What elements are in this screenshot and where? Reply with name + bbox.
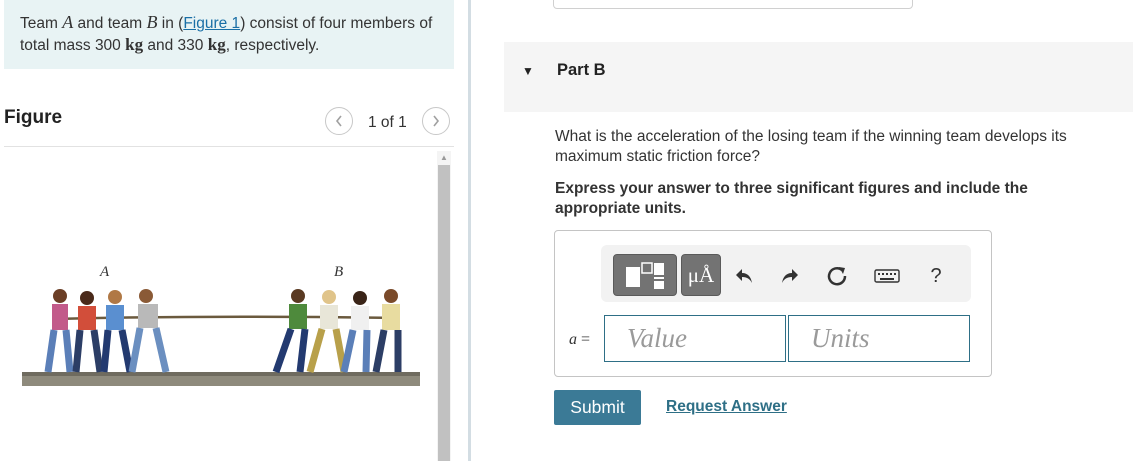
team-a-people	[44, 289, 170, 373]
team-b-label: B	[334, 264, 343, 280]
chevron-right-icon	[433, 115, 440, 127]
scroll-thumb[interactable]	[438, 165, 450, 461]
figure-scrollbar[interactable]: ▲	[437, 151, 451, 461]
next-figure-button[interactable]	[422, 107, 450, 135]
request-answer-link[interactable]: Request Answer	[666, 398, 787, 416]
intro-text: , respectively.	[225, 37, 320, 54]
submit-button[interactable]: Submit	[554, 390, 641, 425]
equation-variable: a	[569, 331, 577, 348]
caret-down-icon[interactable]: ▼	[522, 64, 534, 78]
team-a-var: A	[62, 12, 74, 32]
equation-label: a =	[569, 331, 590, 349]
part-b-header[interactable]: ▼ Part B	[504, 42, 1133, 112]
reset-icon[interactable]	[824, 264, 850, 288]
right-pane: ▼ Part B What is the acceleration of the…	[471, 0, 1133, 461]
chevron-left-icon	[335, 115, 342, 127]
units-button[interactable]: μÅ	[681, 254, 721, 296]
figure-pager: 1 of 1	[322, 107, 454, 137]
units-input[interactable]	[788, 315, 970, 362]
team-b-people	[272, 289, 402, 374]
prev-figure-button[interactable]	[325, 107, 353, 135]
unit-kg: kg	[207, 35, 226, 54]
intro-text: Team	[20, 15, 63, 32]
answer-box: μÅ ? a =	[554, 230, 992, 377]
intro-text: and 330	[143, 37, 208, 54]
templates-button[interactable]	[613, 254, 677, 296]
rope	[53, 315, 395, 321]
keyboard-icon[interactable]	[873, 264, 901, 288]
tug-of-war-figure: A B	[22, 264, 420, 386]
math-toolbar: μÅ ?	[601, 245, 971, 302]
previous-part-field	[553, 0, 913, 9]
figure-page-count: 1 of 1	[368, 114, 407, 131]
left-pane: Team A and team B in (Figure 1) consist …	[0, 0, 470, 461]
unit-kg: kg	[125, 35, 144, 54]
templates-icon	[626, 262, 664, 289]
figure-link[interactable]: Figure 1	[183, 15, 240, 32]
intro-text: in (	[157, 15, 184, 32]
value-input[interactable]	[604, 315, 786, 362]
team-a-label: A	[99, 264, 110, 280]
undo-icon[interactable]	[731, 264, 757, 288]
help-icon[interactable]: ?	[923, 264, 949, 288]
equation-sign: =	[577, 331, 591, 348]
scroll-up-arrow-icon[interactable]: ▲	[437, 153, 451, 163]
figure-heading: Figure	[4, 107, 63, 128]
question-text: What is the acceleration of the losing t…	[555, 128, 1067, 165]
redo-icon[interactable]	[777, 264, 803, 288]
figure-divider	[4, 146, 454, 147]
instruction-text: Express your answer to three significant…	[555, 180, 1028, 217]
intro-text: and team	[73, 15, 147, 32]
part-title: Part B	[557, 61, 606, 79]
team-b-var: B	[146, 12, 158, 32]
problem-intro: Team A and team B in (Figure 1) consist …	[4, 0, 454, 69]
